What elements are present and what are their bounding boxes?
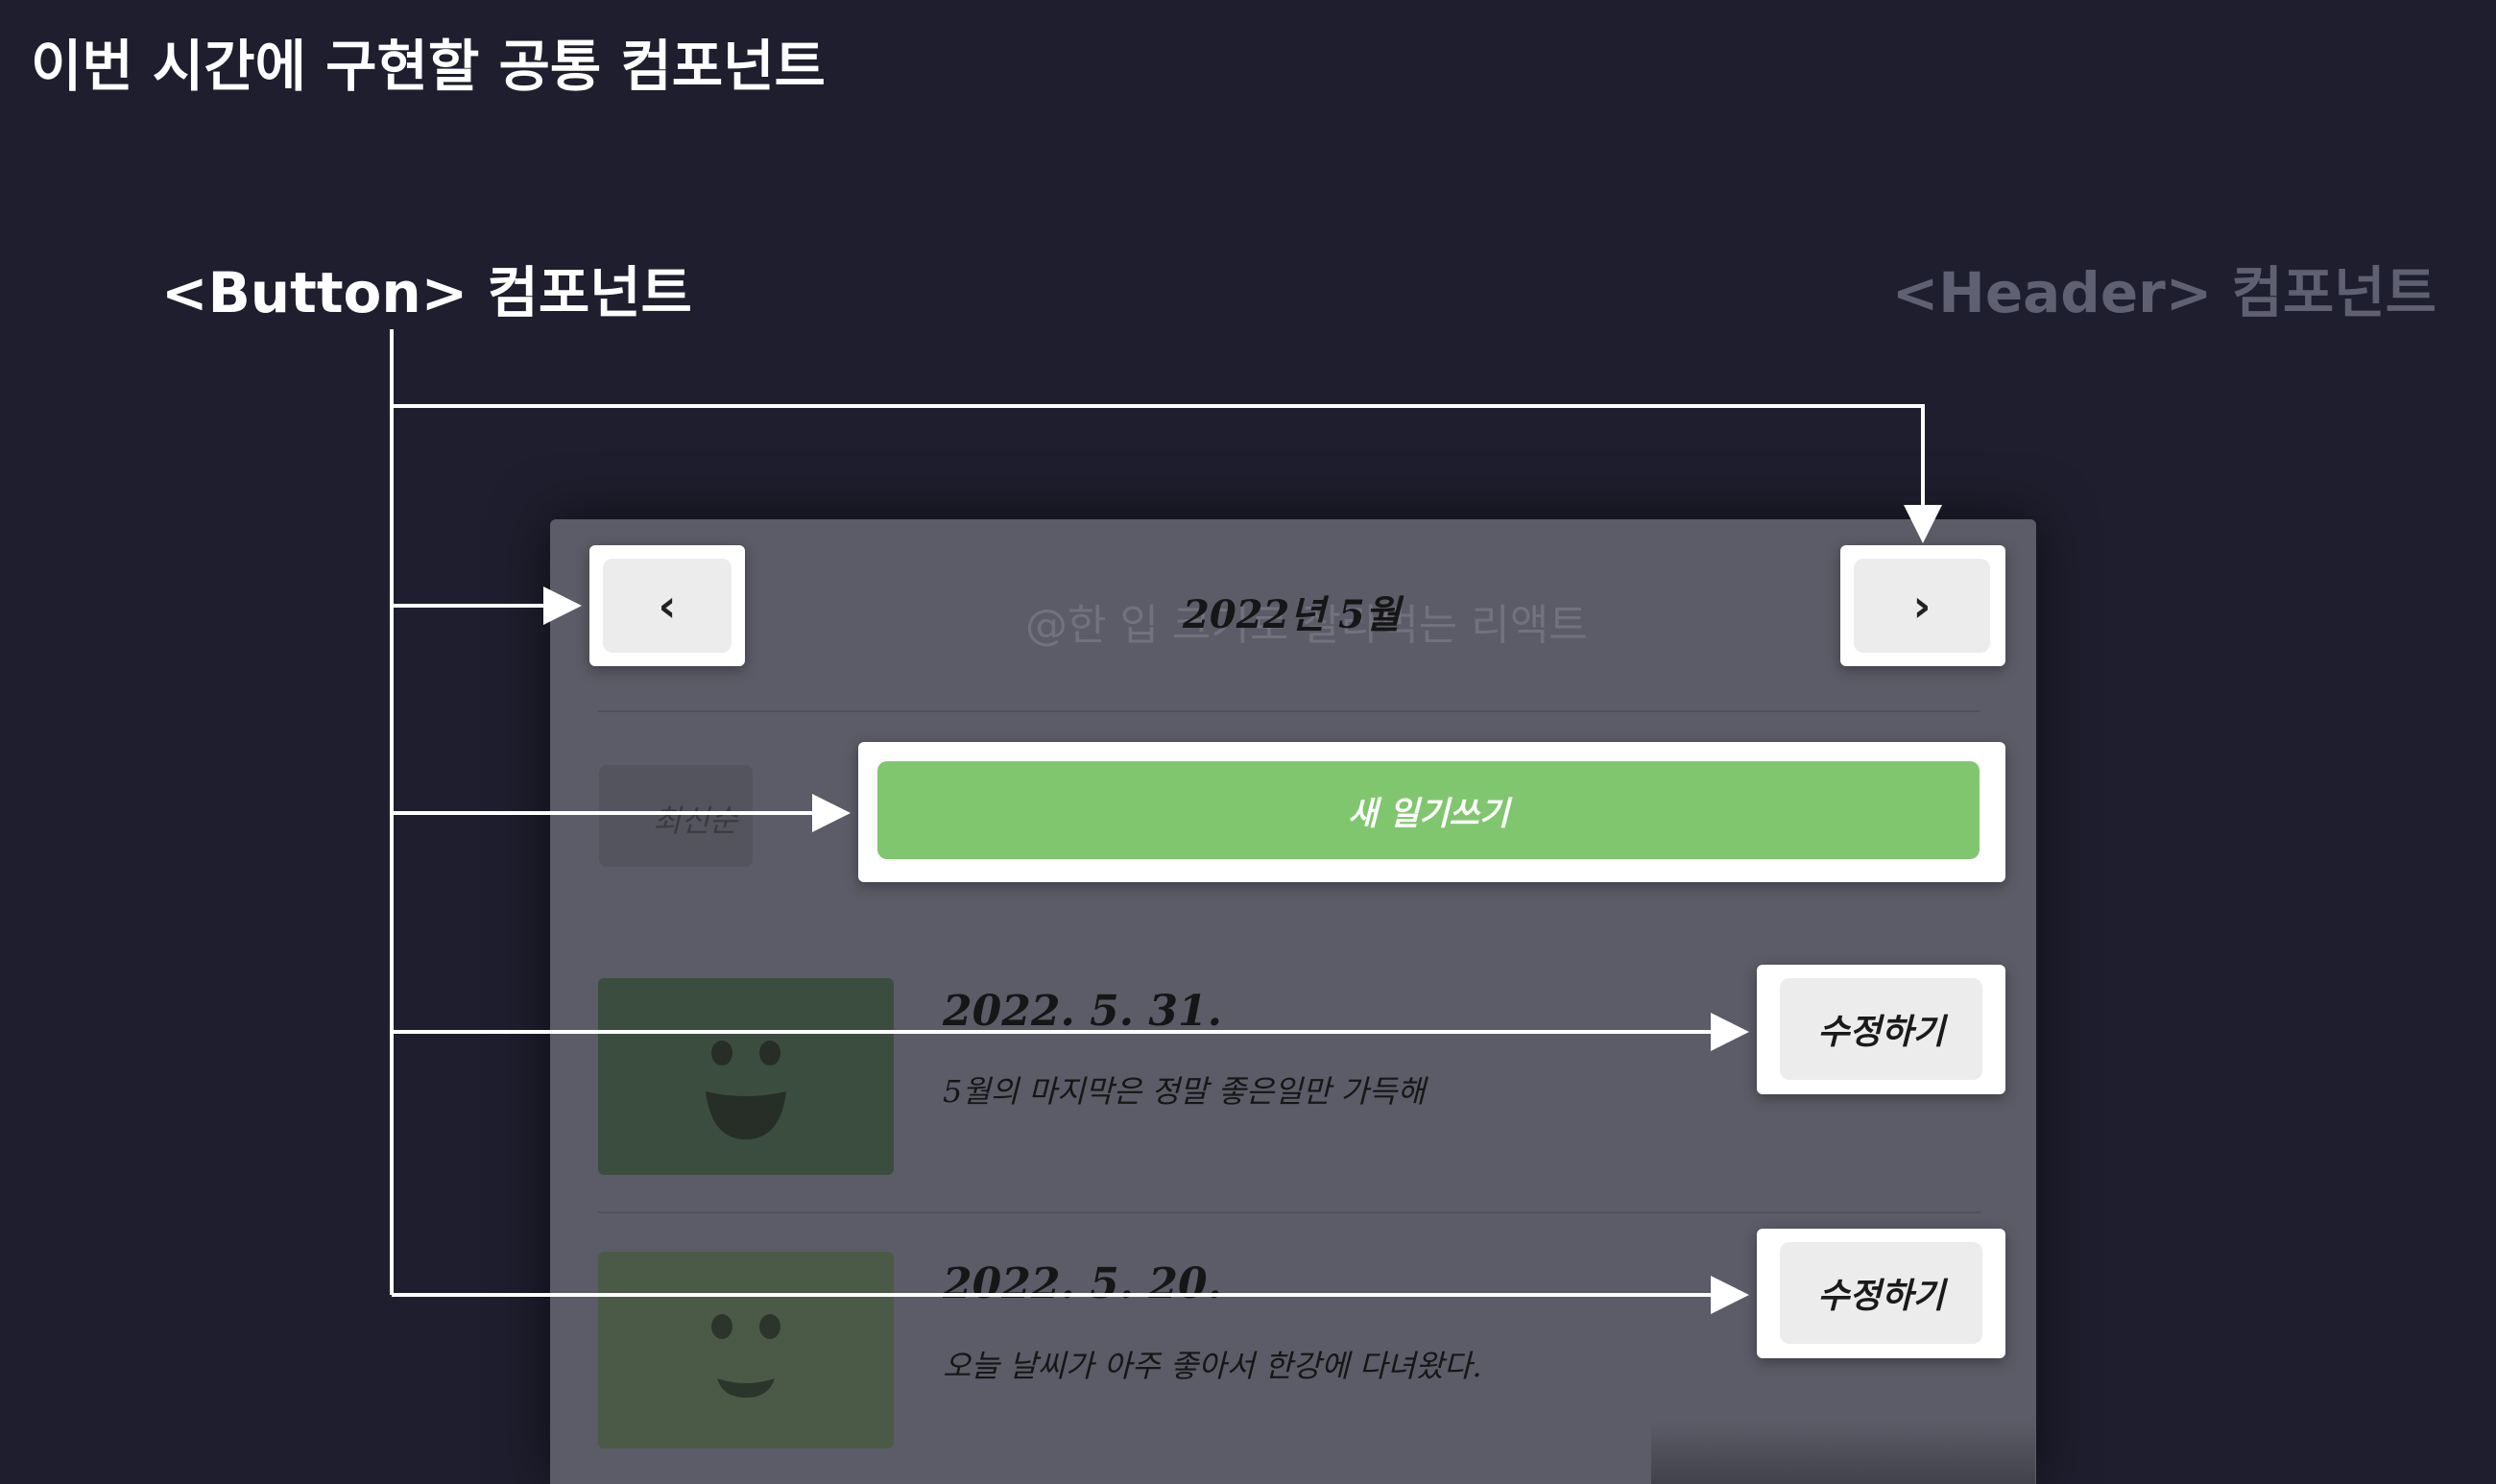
annotation-arrows (390, 329, 1942, 1314)
